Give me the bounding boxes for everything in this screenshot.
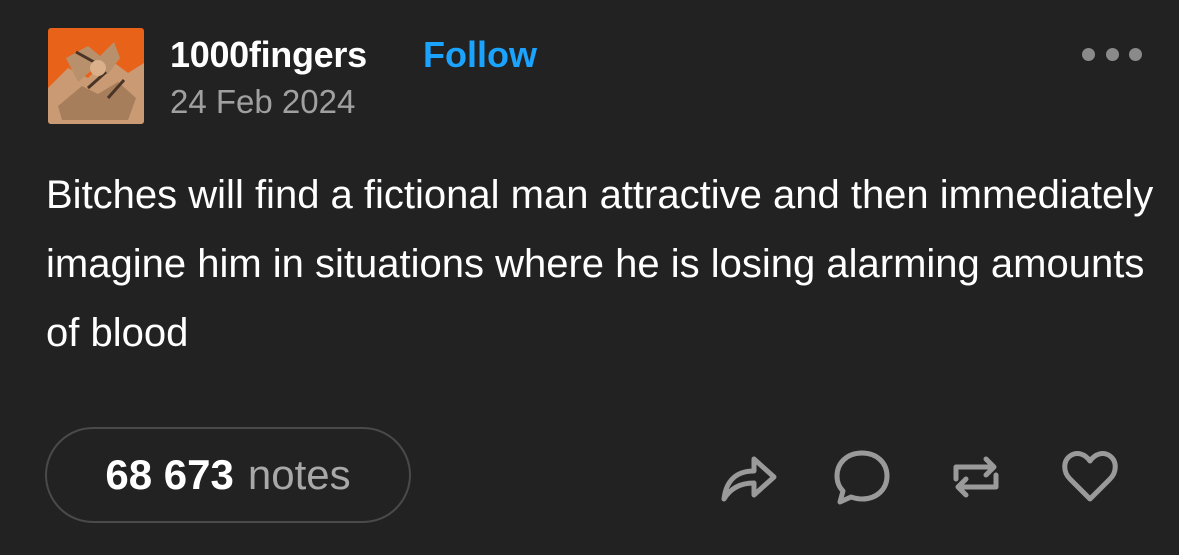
follow-button[interactable]: Follow: [423, 33, 537, 77]
post-date: 24 Feb 2024: [170, 83, 356, 120]
menu-dot: [1129, 47, 1142, 61]
avatar-illustration: [48, 28, 144, 124]
notes-count: 68 673: [105, 451, 234, 498]
heart-icon[interactable]: [1060, 447, 1120, 507]
notes-button[interactable]: 68 673 notes: [45, 427, 411, 523]
reblog-icon[interactable]: [946, 447, 1006, 507]
menu-dot: [1082, 47, 1095, 61]
post-body: Bitches will find a fictional man attrac…: [46, 173, 1154, 355]
share-icon[interactable]: [718, 447, 778, 507]
menu-dot: [1105, 47, 1119, 61]
more-options-icon[interactable]: [1082, 42, 1142, 66]
author-name[interactable]: 1000fingers: [170, 33, 367, 77]
avatar[interactable]: [48, 28, 144, 124]
reply-icon[interactable]: [832, 447, 892, 507]
notes-label: notes: [247, 451, 351, 498]
